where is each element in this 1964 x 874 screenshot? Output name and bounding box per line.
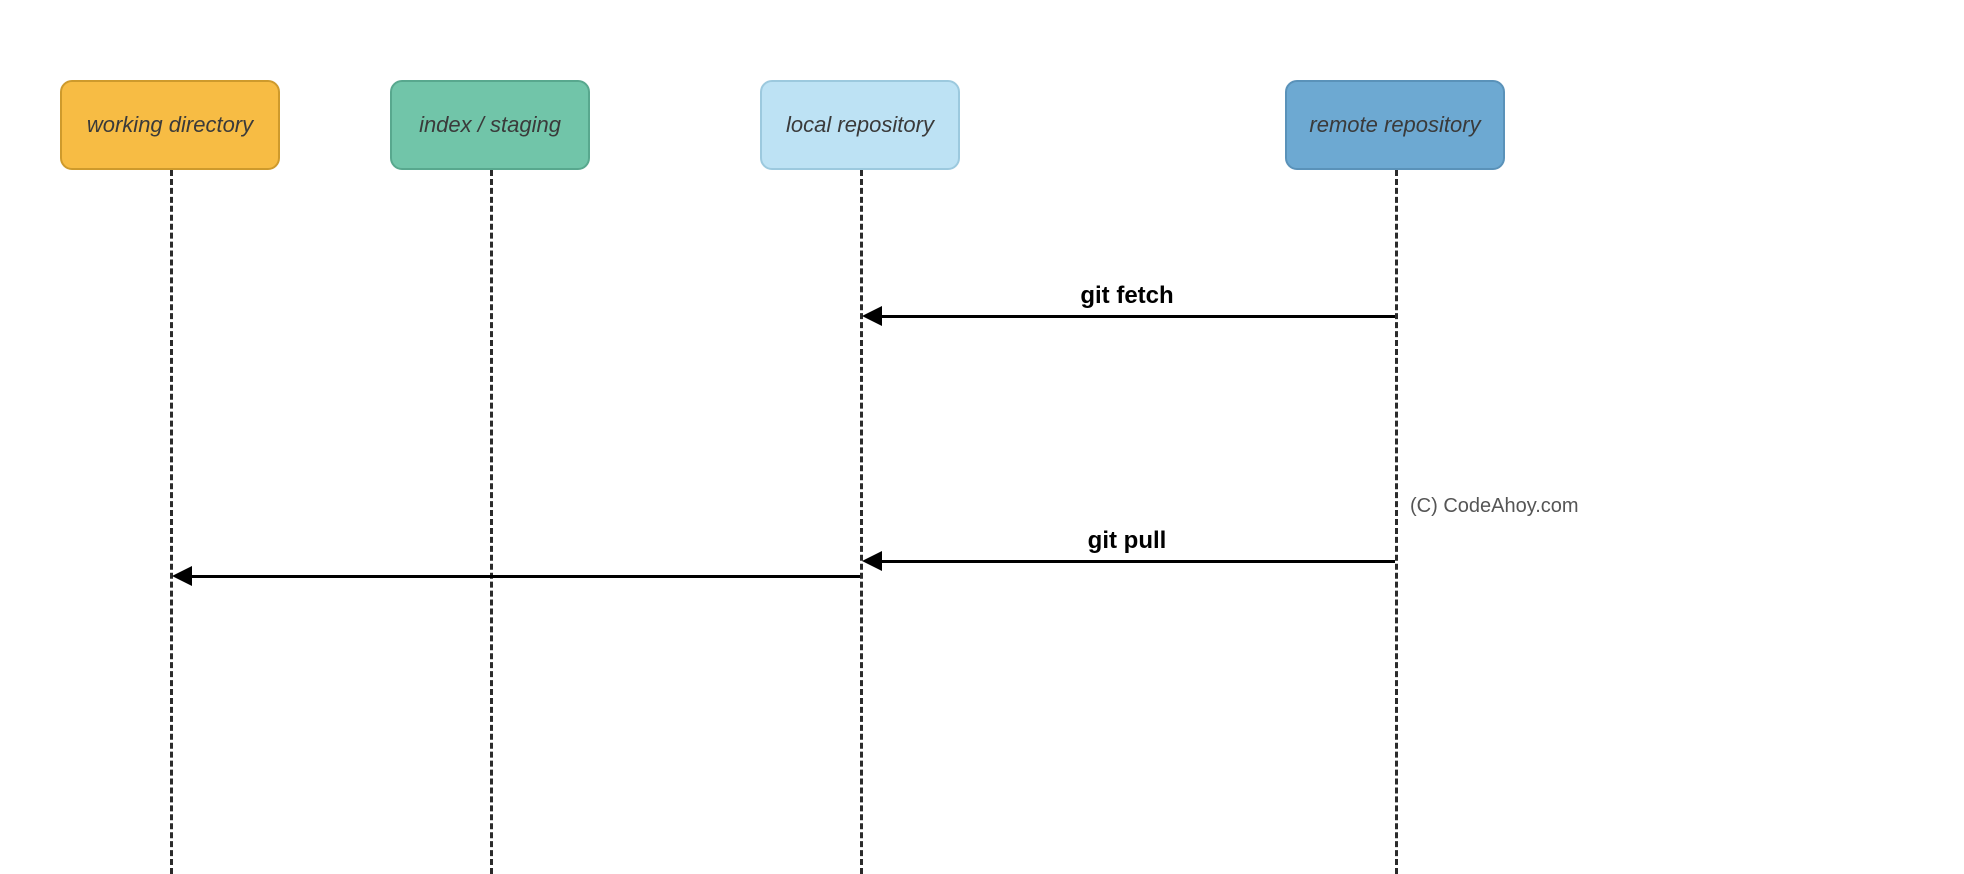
participant-remote-repository: remote repository — [1285, 80, 1505, 170]
participant-label: working directory — [87, 112, 253, 138]
participant-working-directory: working directory — [60, 80, 280, 170]
arrow-git-pull-left — [190, 575, 860, 578]
lifeline-local-repository — [860, 170, 863, 874]
arrow-label-git-fetch: git fetch — [1080, 282, 1173, 310]
arrow-head-git-fetch — [862, 306, 882, 326]
participant-index-staging: index / staging — [390, 80, 590, 170]
participant-local-repository: local repository — [760, 80, 960, 170]
arrow-git-fetch — [880, 315, 1395, 318]
lifeline-index-staging — [490, 170, 493, 874]
arrow-git-pull-right — [880, 560, 1395, 563]
lifeline-remote-repository — [1395, 170, 1398, 874]
participant-label: local repository — [786, 112, 934, 138]
arrow-head-git-pull-right — [862, 551, 882, 571]
participant-label: remote repository — [1309, 112, 1480, 138]
diagram-canvas: working directory index / staging local … — [0, 0, 1964, 874]
lifeline-working-directory — [170, 170, 173, 874]
arrow-label-git-pull: git pull — [1088, 527, 1167, 555]
copyright-text: (C) CodeAhoy.com — [1410, 495, 1579, 518]
arrow-head-git-pull-left — [172, 566, 192, 586]
participant-label: index / staging — [419, 112, 561, 138]
